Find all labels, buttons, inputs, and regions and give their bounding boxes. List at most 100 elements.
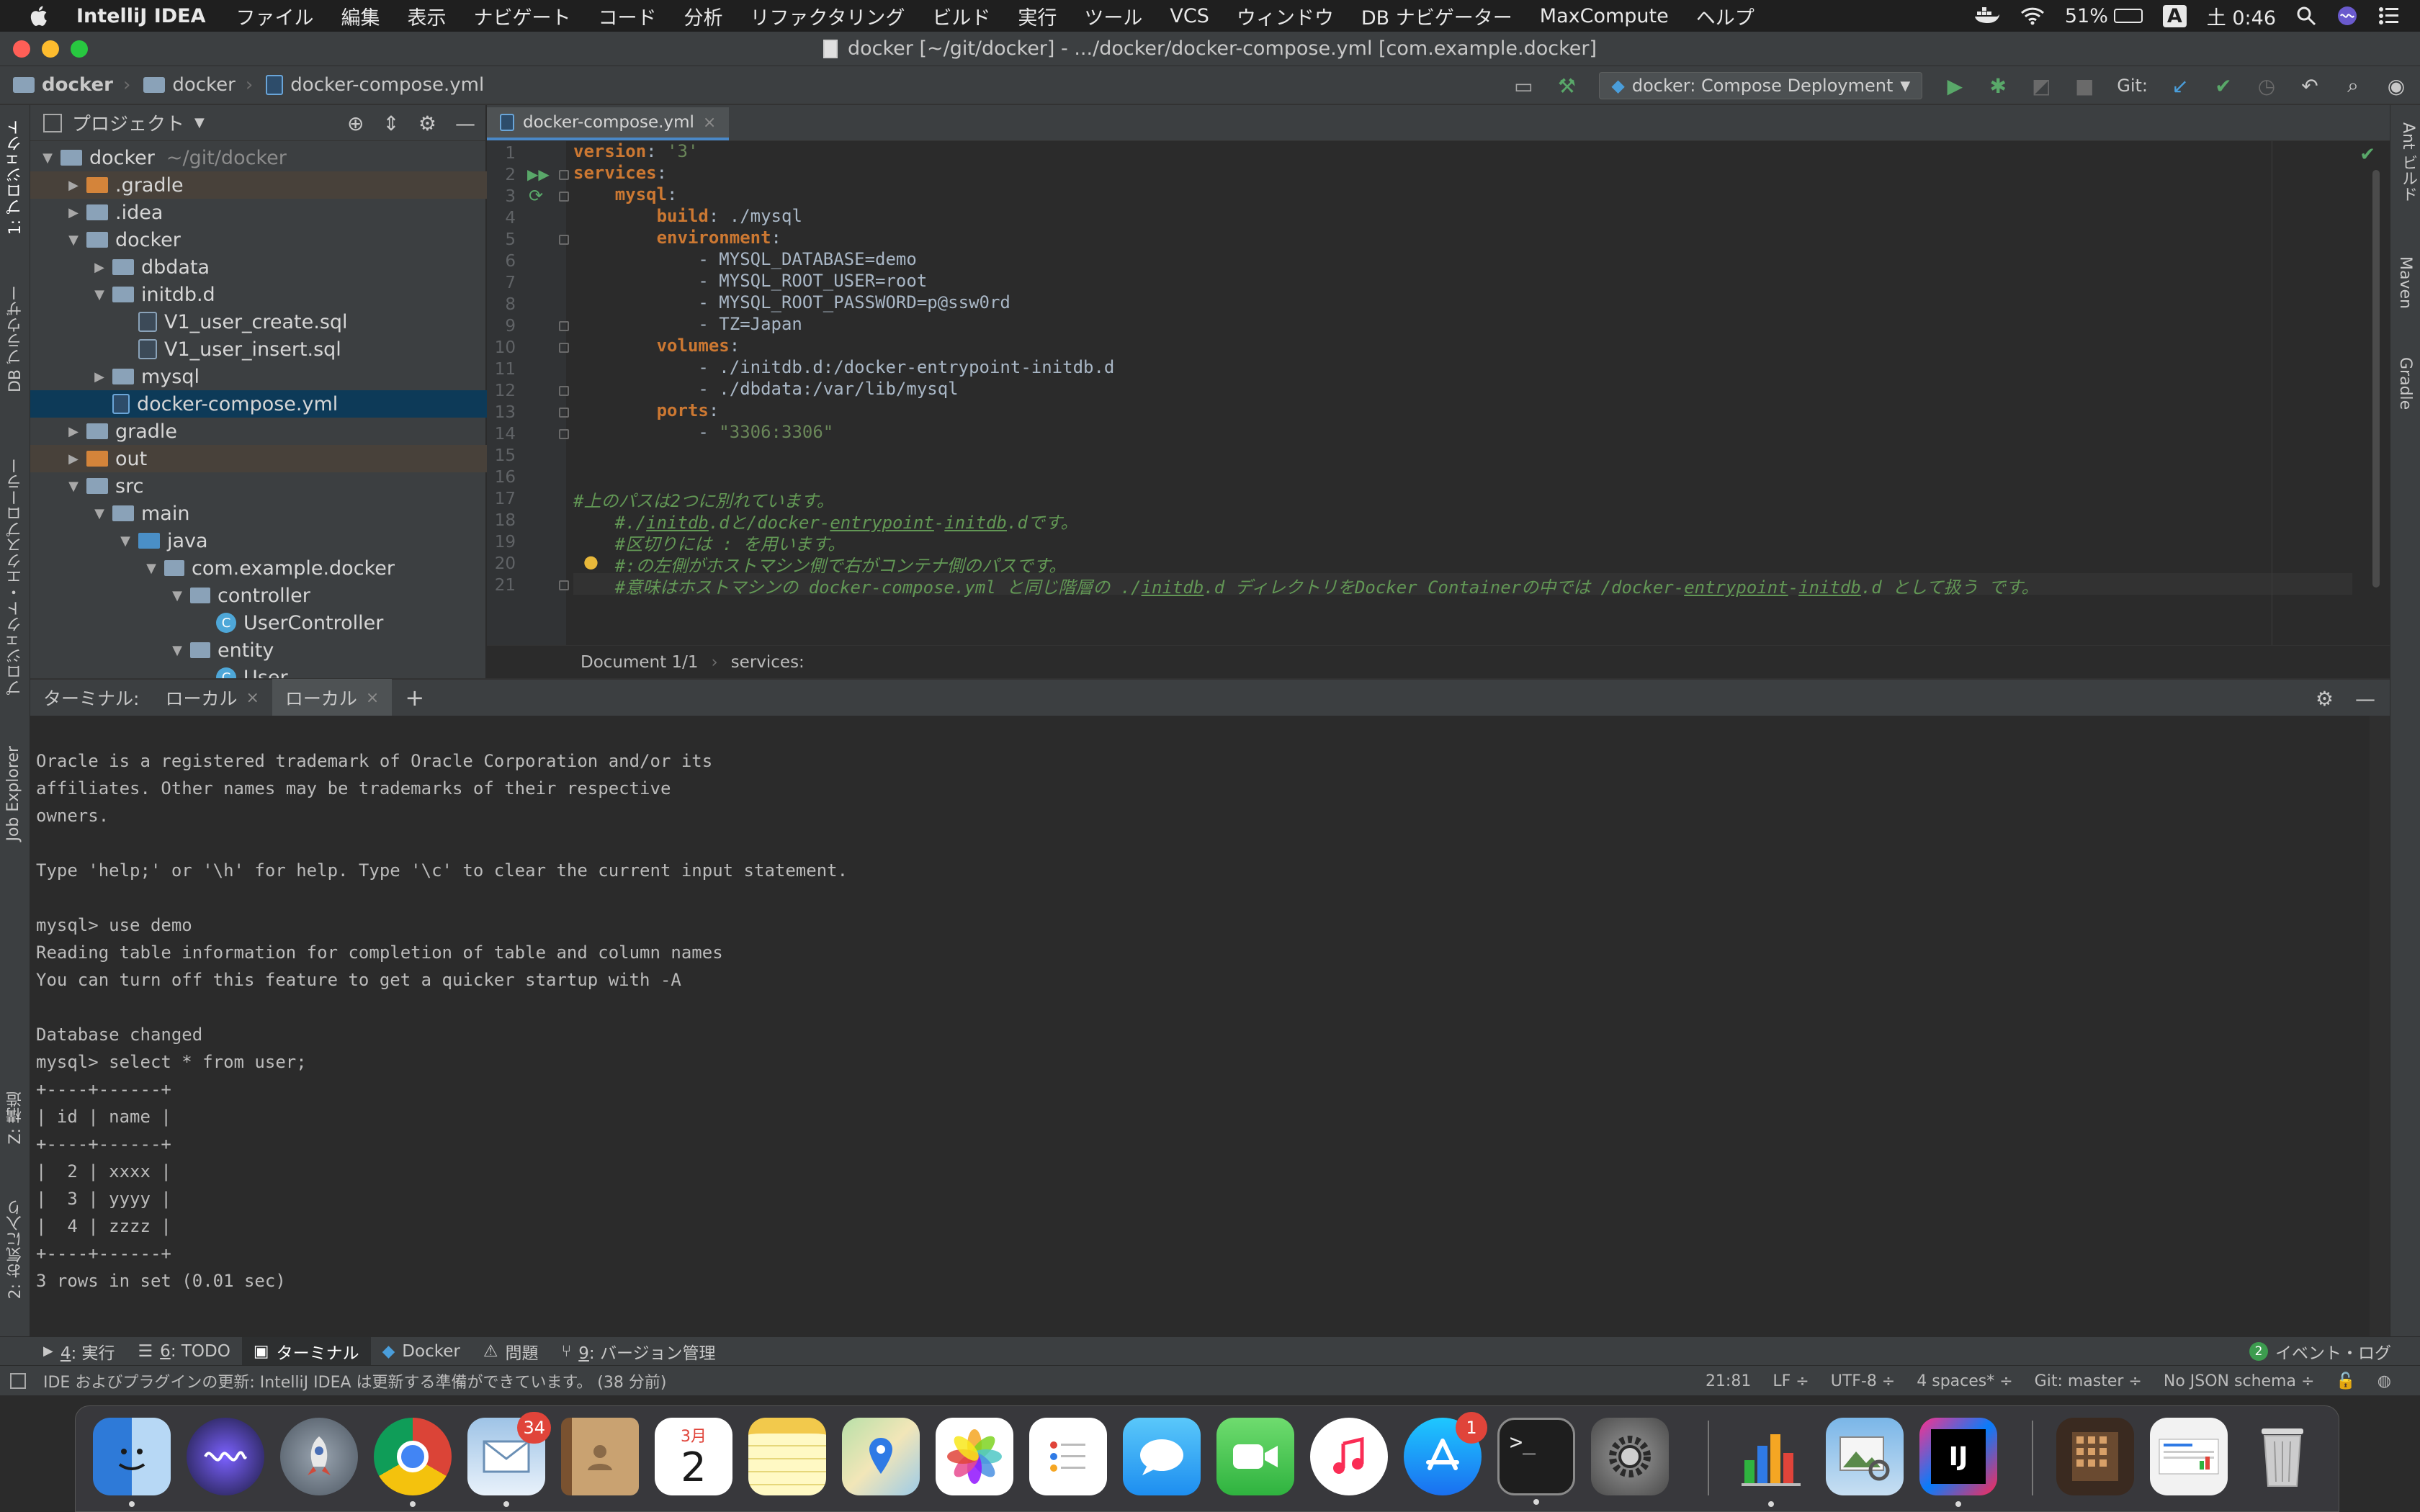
downloads-stack-icon[interactable] bbox=[2056, 1418, 2134, 1495]
ide-updates-icon[interactable]: ◉ bbox=[2385, 74, 2407, 98]
tool-button-todo[interactable]: ☰ 6: TODO bbox=[127, 1337, 242, 1366]
run-configuration-selector[interactable]: ◆ docker: Compose Deployment ▼ bbox=[1599, 72, 1923, 99]
battery-status[interactable]: 51% bbox=[2065, 5, 2143, 27]
preview-photos-icon[interactable] bbox=[1826, 1418, 1904, 1495]
fold-marker-icon[interactable] bbox=[559, 170, 569, 180]
launchpad-rocket-icon[interactable] bbox=[280, 1418, 358, 1495]
breadcrumb-project[interactable]: docker bbox=[13, 74, 113, 96]
git-branch-selector[interactable]: Git: master ÷ bbox=[2035, 1372, 2142, 1390]
minimize-window-button[interactable] bbox=[42, 40, 59, 58]
git-commit-check-icon[interactable]: ✔ bbox=[2213, 74, 2234, 98]
new-terminal-plus-icon[interactable]: + bbox=[392, 679, 437, 716]
notification-center-icon[interactable] bbox=[2378, 6, 2400, 25]
menu-run[interactable]: 実行 bbox=[1018, 2, 1057, 30]
input-source-indicator[interactable]: A bbox=[2162, 4, 2187, 27]
tool-button-docker[interactable]: ◆ Docker bbox=[371, 1337, 472, 1366]
expanded-arrow-icon[interactable]: ▼ bbox=[39, 150, 56, 166]
app-name-menu[interactable]: IntelliJ IDEA bbox=[76, 5, 206, 27]
tree-node[interactable]: ▶ .gradle bbox=[30, 171, 487, 199]
indent-selector[interactable]: 4 spaces* ÷ bbox=[1917, 1372, 2012, 1390]
git-rollback-icon[interactable]: ↶ bbox=[2299, 74, 2321, 98]
caret-position[interactable]: 21:81 bbox=[1706, 1372, 1751, 1390]
tool-tab-favorites[interactable]: 2: お気に入り bbox=[4, 1200, 27, 1299]
tool-tab-job-explorer[interactable]: Job Explorer bbox=[4, 746, 22, 842]
code-area[interactable]: version: '3' services: mysql: build: ./m… bbox=[573, 141, 2352, 645]
close-window-button[interactable] bbox=[13, 40, 30, 58]
expanded-arrow-icon[interactable]: ▼ bbox=[91, 506, 108, 521]
tree-node[interactable]: ▶ .idea bbox=[30, 199, 487, 226]
contacts-book-icon[interactable] bbox=[561, 1418, 639, 1495]
tool-tab-gradle[interactable]: Gradle bbox=[2396, 357, 2414, 410]
tree-node[interactable]: ▼ controller bbox=[30, 582, 487, 609]
tree-node[interactable]: V1_user_insert.sql bbox=[30, 336, 487, 363]
search-everywhere-icon[interactable]: ⌕ bbox=[2342, 73, 2364, 97]
tool-button-event-log[interactable]: 2 イベント・ログ bbox=[2249, 1337, 2391, 1366]
fold-marker-icon[interactable] bbox=[559, 429, 569, 439]
tree-node[interactable]: ▼ entity bbox=[30, 636, 487, 664]
expanded-arrow-icon[interactable]: ▼ bbox=[117, 534, 134, 549]
mail-icon[interactable]: 34 bbox=[467, 1412, 551, 1507]
menu-code[interactable]: コード bbox=[599, 2, 657, 30]
tool-tab-project[interactable]: 1: プロジェクト bbox=[4, 120, 27, 235]
collapsed-arrow-icon[interactable]: ▶ bbox=[65, 205, 82, 220]
terminal-tab-local-2[interactable]: ローカル × bbox=[272, 679, 393, 716]
notes-icon[interactable] bbox=[748, 1418, 826, 1495]
hide-minus-icon[interactable]: — bbox=[455, 112, 475, 135]
menu-db-navigator[interactable]: DB ナビゲーター bbox=[1361, 2, 1512, 30]
collapsed-arrow-icon[interactable]: ▶ bbox=[65, 451, 82, 467]
calendar-icon[interactable]: 3月 2 bbox=[655, 1418, 732, 1495]
wifi-icon[interactable] bbox=[2020, 6, 2045, 25]
tree-node[interactable]: ▶ dbdata bbox=[30, 253, 487, 281]
siri-icon[interactable] bbox=[2336, 5, 2358, 27]
menu-tools[interactable]: ツール bbox=[1084, 2, 1142, 30]
siri-app-icon[interactable] bbox=[187, 1418, 264, 1495]
menu-navigate[interactable]: ナビゲート bbox=[474, 2, 571, 30]
layout-icon[interactable]: ▭ bbox=[1512, 74, 1534, 98]
git-history-clock-icon[interactable]: ◷ bbox=[2256, 74, 2277, 98]
apple-icon[interactable] bbox=[27, 4, 52, 28]
redeploy-gutter-icon[interactable]: ⟳ bbox=[529, 186, 543, 206]
dropdown-arrow-icon[interactable]: ▼ bbox=[194, 115, 205, 130]
coverage-icon[interactable]: ◩ bbox=[2030, 74, 2052, 98]
menu-help[interactable]: ヘルプ bbox=[1696, 2, 1754, 30]
spotlight-search-icon[interactable] bbox=[2296, 6, 2316, 26]
menu-window[interactable]: ウィンドウ bbox=[1237, 2, 1334, 30]
terminal-output[interactable]: Oracle is a registered trademark of Orac… bbox=[30, 716, 2390, 1336]
photos-icon[interactable] bbox=[936, 1418, 1013, 1495]
editor-vertical-scrollbar[interactable] bbox=[2372, 170, 2380, 588]
numbers-chart-icon[interactable] bbox=[1732, 1418, 1810, 1507]
tool-tab-structure[interactable]: Z: 構造 bbox=[4, 1092, 27, 1144]
expanded-arrow-icon[interactable]: ▼ bbox=[143, 561, 160, 576]
menu-analyze[interactable]: 分析 bbox=[684, 2, 723, 30]
tool-tab-db-browser[interactable]: DB ブラウザー bbox=[4, 285, 27, 392]
terminal-tab-local-1[interactable]: ローカル × bbox=[152, 679, 272, 716]
fold-marker-icon[interactable] bbox=[559, 192, 569, 202]
finder-icon[interactable] bbox=[93, 1418, 171, 1507]
tool-button-version-control[interactable]: ⑂ 9: バージョン管理 bbox=[550, 1337, 727, 1366]
gear-icon[interactable]: ⚙ bbox=[2316, 687, 2334, 711]
menu-build[interactable]: ビルド bbox=[932, 2, 990, 30]
tool-tab-project-explorer[interactable]: プロジェクト・エクスプローラー bbox=[4, 458, 27, 696]
close-tab-icon[interactable]: × bbox=[703, 114, 716, 132]
close-tab-icon[interactable]: × bbox=[246, 689, 259, 707]
breadcrumb-folder[interactable]: docker bbox=[143, 74, 236, 96]
locate-target-icon[interactable]: ⊕ bbox=[347, 112, 364, 135]
terminal-scrollbar[interactable] bbox=[2370, 716, 2390, 1336]
tool-button-run[interactable]: ▶ 4: 実行 bbox=[32, 1337, 127, 1366]
collapsed-arrow-icon[interactable]: ▶ bbox=[65, 424, 82, 439]
editor-tab-docker-compose[interactable]: docker-compose.yml × bbox=[487, 107, 730, 140]
expanded-arrow-icon[interactable]: ▼ bbox=[169, 643, 186, 658]
run-services-gutter-icon[interactable]: ▶▶ bbox=[527, 166, 550, 183]
tree-node[interactable]: ▼ initdb.d bbox=[30, 281, 487, 308]
tool-tab-maven[interactable]: Maven bbox=[2396, 256, 2414, 309]
breadcrumb-document[interactable]: Document 1/1 bbox=[581, 653, 698, 672]
project-view-selector[interactable]: プロジェクト bbox=[72, 109, 184, 136]
toggle-tool-windows-icon[interactable] bbox=[10, 1373, 26, 1389]
expanded-arrow-icon[interactable]: ▼ bbox=[169, 588, 186, 603]
menu-view[interactable]: 表示 bbox=[408, 2, 447, 30]
status-message[interactable]: IDE およびプラグインの更新: IntelliJ IDEA は更新する準備がで… bbox=[43, 1369, 666, 1392]
collapse-all-icon[interactable]: ⇕ bbox=[382, 112, 399, 135]
app-store-icon[interactable]: 1 bbox=[1404, 1412, 1487, 1495]
collapsed-arrow-icon[interactable]: ▶ bbox=[91, 260, 108, 275]
expanded-arrow-icon[interactable]: ▼ bbox=[91, 287, 108, 302]
